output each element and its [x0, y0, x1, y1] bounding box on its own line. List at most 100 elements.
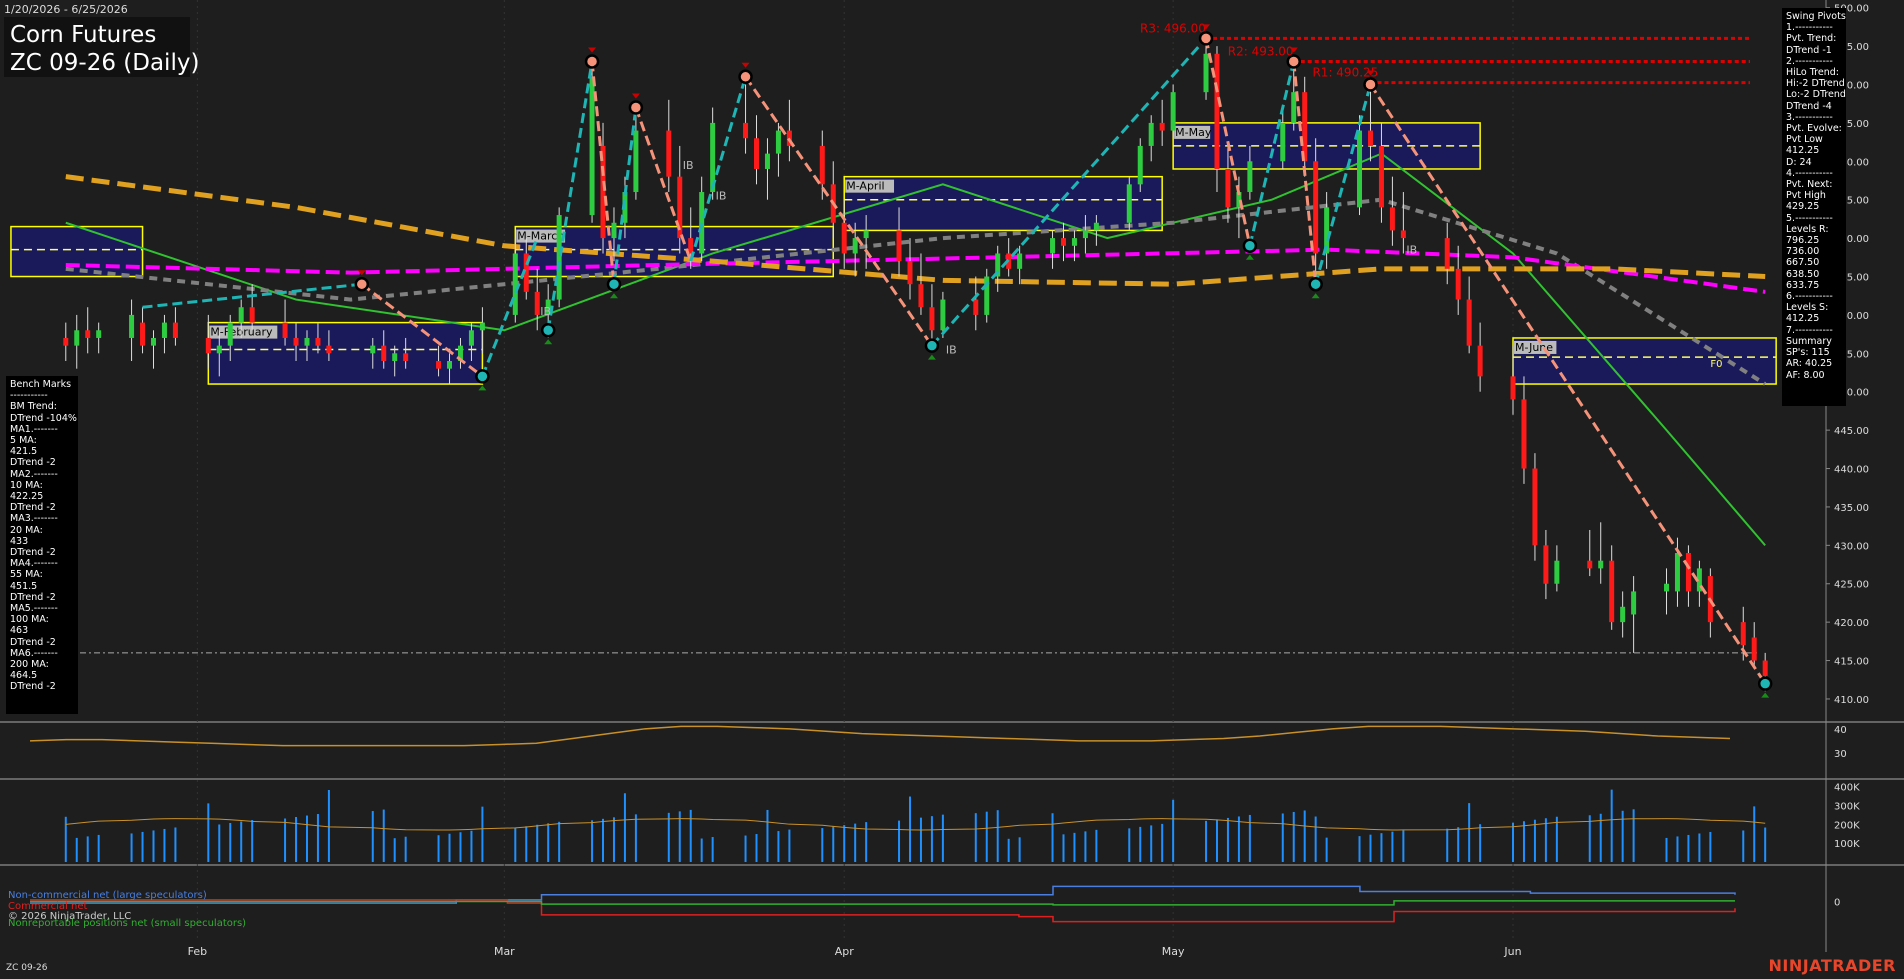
candle-body: [1587, 560, 1593, 569]
candle-body: [754, 138, 760, 169]
candle-body: [1313, 161, 1319, 254]
benchmarks-line: DTrend -2: [10, 547, 56, 559]
candle-body: [1170, 92, 1176, 131]
candle-body: [940, 299, 946, 331]
price-tick-label: 410.00: [1834, 695, 1869, 706]
pivot-low-arrow: [927, 354, 936, 360]
candle-body: [1598, 560, 1604, 569]
swing-pivots-panel: Swing Pivots 1.----------- Pvt. Trend: DTre…: [1782, 8, 1846, 406]
candle-body: [775, 130, 781, 154]
swing-pivots-line: Pvt. Evolve:: [1786, 123, 1842, 135]
candle-body: [1126, 184, 1132, 223]
benchmarks-line: Bench Marks: [10, 379, 72, 390]
pivot-low-marker: [924, 338, 940, 353]
cot-legend-noncommercial: Non-commercial net (large speculators): [8, 890, 207, 901]
benchmarks-line: 422.25: [10, 491, 44, 503]
ib-label: IB: [683, 159, 694, 172]
benchmarks-line: DTrend -104%: [10, 412, 77, 424]
candle-body: [589, 76, 595, 216]
price-tick-label: 440.00: [1834, 465, 1869, 476]
pivot-high-marker: [738, 69, 753, 85]
candle-body: [1762, 660, 1768, 676]
benchmarks-panel: Bench Marks ----------- BM Trend: DTrend -1…: [6, 376, 78, 714]
candle-body: [392, 353, 398, 361]
moving-average-line: [65, 247, 1766, 294]
swing-pivots-line: 7.-----------: [1786, 324, 1833, 336]
ib-label: IB: [946, 343, 957, 356]
pivot-low-marker: [540, 323, 556, 338]
candle-body: [1477, 345, 1483, 377]
swing-pivots-line: 412.25: [1786, 145, 1820, 157]
candle-body: [1148, 122, 1154, 146]
swing-pivots-line: 638.50: [1786, 268, 1820, 280]
candle-body: [896, 230, 902, 262]
candle-body: [85, 330, 91, 338]
chart-title-box: Corn Futures ZC 09-26 (Daily): [4, 17, 199, 77]
pivot-low-marker: [475, 369, 490, 384]
candle-body: [1137, 145, 1143, 185]
volume-tick-label: 200K: [1834, 820, 1860, 831]
candle-body: [918, 284, 924, 308]
candle-body: [1532, 468, 1538, 546]
swing-pivots-line: AF: 8.00: [1786, 369, 1825, 381]
candle-body: [1400, 230, 1406, 239]
swing-leg: [481, 237, 539, 377]
candle-body: [1225, 168, 1231, 208]
swing-pivots-line: D: 24: [1786, 156, 1812, 168]
candle-body: [611, 222, 617, 239]
swing-pivots-line: Levels S:: [1786, 302, 1829, 314]
benchmarks-line: BM Trend:: [10, 401, 57, 413]
pivot-high-arrow: [631, 93, 640, 99]
swing-pivots-line: 796.25: [1786, 235, 1820, 247]
swing-pivots-line: 667.50: [1786, 257, 1820, 269]
candle-body: [852, 238, 858, 254]
candle-body: [1543, 545, 1549, 584]
candle-body: [63, 337, 69, 346]
time-tick-label: Apr: [835, 945, 855, 958]
benchmarks-line: 451.5: [10, 580, 38, 592]
price-tick-label: 425.00: [1834, 580, 1869, 591]
benchmarks-line: 421.5: [10, 446, 38, 458]
benchmarks-line: MA3.-------: [10, 513, 58, 525]
candle-body: [929, 307, 935, 331]
pivot-low-marker: [1242, 238, 1258, 254]
instrument-name: Corn Futures: [10, 22, 157, 48]
time-tick-label: Feb: [188, 945, 207, 958]
benchmarks-line: MA2.-------: [10, 468, 58, 480]
swing-pivots-line: 3.-----------: [1786, 111, 1833, 123]
candle-body: [1050, 238, 1056, 254]
swing-leg: [1314, 84, 1372, 285]
resistance-label: R3: 496.00: [1140, 21, 1206, 35]
swing-pivots-line: HiLo Trend:: [1786, 67, 1839, 79]
pivot-high-marker: [1286, 54, 1301, 69]
pivot-high-marker: [1198, 31, 1214, 46]
swing-pivots-line: DTrend -1: [1786, 44, 1832, 56]
candle-body: [304, 337, 310, 346]
candle-body: [227, 322, 233, 346]
swing-pivots-line: Lo:-2 DTrend: [1786, 89, 1846, 101]
f0-label: F0: [1710, 359, 1722, 370]
candle-body: [1302, 92, 1308, 162]
candle-body: [743, 122, 749, 139]
candle-body: [1620, 606, 1626, 623]
candle-body: [315, 337, 321, 346]
cot-legend-nonreportable: Nonreportable positions net (small specu…: [8, 918, 247, 929]
candle-body: [534, 291, 540, 315]
candle-body: [1554, 560, 1560, 584]
benchmarks-line: 55 MA:: [10, 569, 43, 581]
swing-pivots-line: Pvt. Trend:: [1786, 33, 1837, 45]
chart-canvas[interactable]: M-FebruaryM-MarchM-AprilM-MayM-JuneF0 R3…: [0, 0, 1904, 979]
candle-body: [512, 253, 518, 315]
candle-body: [172, 322, 178, 338]
osc-tick-label: 30: [1834, 749, 1847, 760]
benchmarks-line: 100 MA:: [10, 614, 49, 626]
candle-body: [1685, 553, 1691, 592]
oscillator-panel: 30 40: [29, 725, 1847, 760]
cot-panel: 0: [30, 885, 1840, 923]
price-tick-label: 420.00: [1834, 618, 1869, 629]
benchmarks-line: MA6.-------: [10, 647, 58, 659]
benchmarks-line: 463: [10, 625, 29, 637]
candle-body: [1291, 92, 1297, 123]
candle-body: [293, 337, 299, 346]
volume-tick-label: 300K: [1834, 801, 1860, 812]
